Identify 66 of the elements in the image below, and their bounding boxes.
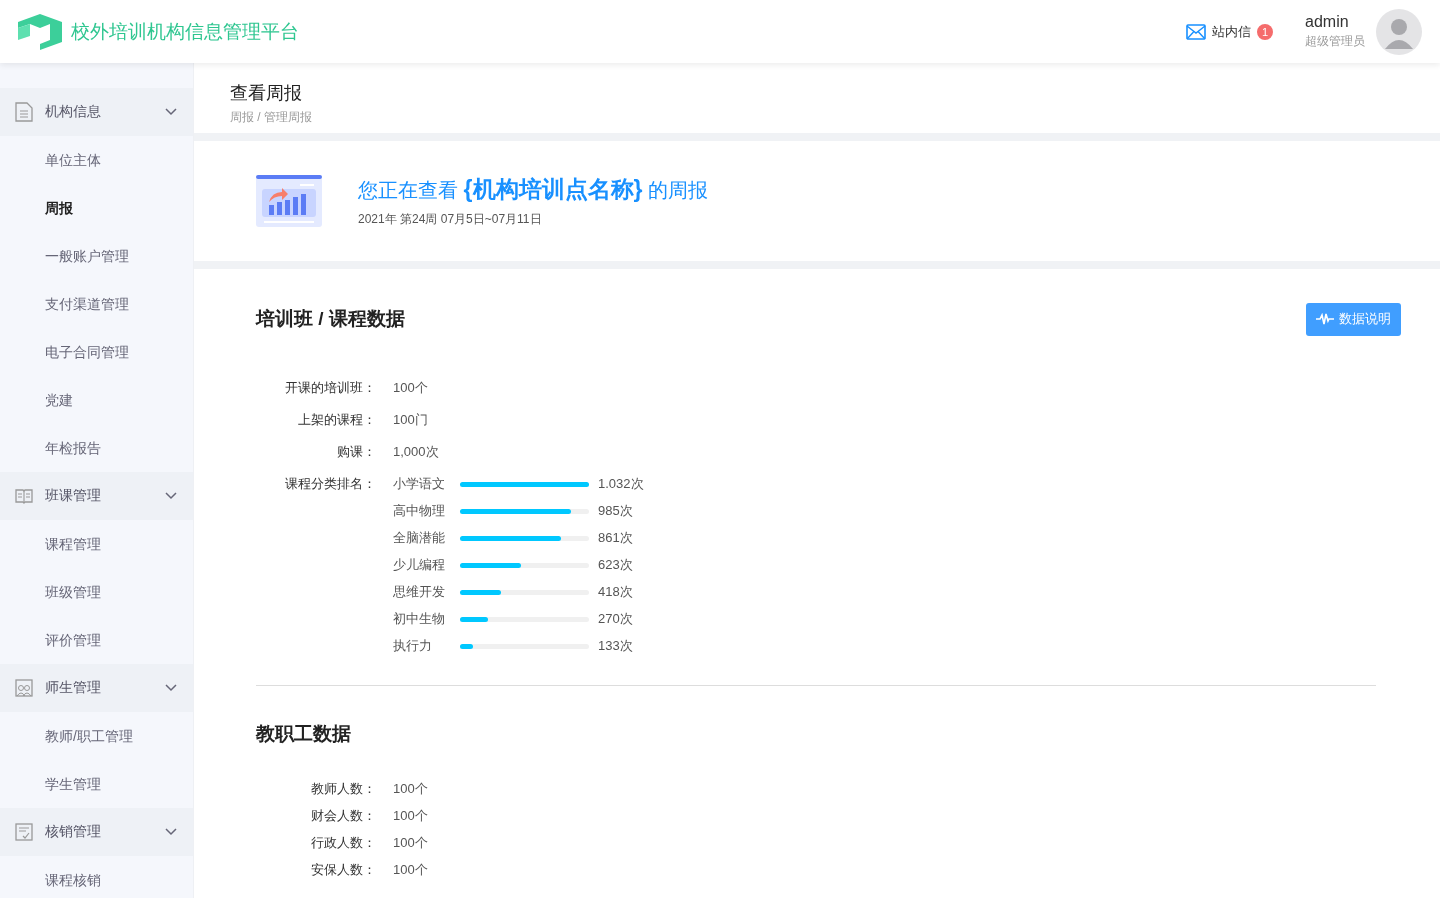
stat-label: 购课： [336,443,376,461]
menu-item[interactable]: 周报 [0,184,193,232]
menu-icon [15,823,33,841]
stat-label: 上架的课程： [297,411,376,429]
menu-group[interactable]: 班课管理 [0,472,193,520]
menu-item[interactable]: 一般账户管理 [0,232,193,280]
menu-item[interactable]: 党建 [0,376,193,424]
avatar-icon[interactable] [1376,8,1422,55]
menu-group[interactable]: 核销管理 [0,808,193,856]
menu-item[interactable]: 单位主体 [0,136,193,184]
stat-value: 100个 [393,780,429,798]
menu-icon [15,488,33,504]
category-name: 思维开发 [393,583,446,601]
logo-icon [18,13,62,50]
stat-label: 财会人数： [310,807,376,825]
menu-item[interactable]: 支付渠道管理 [0,280,193,328]
menu-item[interactable]: 课程核销 [0,856,193,898]
stat-value: 1,000次 [393,443,440,461]
stat-value: 100个 [393,379,429,397]
category-name: 执行力 [393,637,433,655]
messages-link[interactable]: 站内信 [1186,22,1251,41]
stat-value: 100个 [393,834,429,852]
menu-group[interactable]: 机构信息 [0,88,193,136]
category-name: 全脑潜能 [393,529,446,547]
stat-value: 100个 [393,807,429,825]
user-role: 超级管理员 [1305,33,1365,50]
stat-value: 100个 [393,861,429,879]
report-period: 2021年 第24周 07月5日~07月11日 [358,211,543,228]
category-name: 高中物理 [393,502,446,520]
menu-item[interactable]: 课程管理 [0,520,193,568]
stat-label: 行政人数： [310,834,376,852]
stat-label: 教师人数： [310,780,376,798]
stat-label: 安保人数： [310,861,376,879]
menu-item[interactable]: 年检报告 [0,424,193,472]
menu-icon [15,102,33,122]
category-count: 623次 [597,556,634,574]
category-name: 少儿编程 [393,556,446,574]
menu-item[interactable]: 评价管理 [0,616,193,664]
stat-value: 100门 [393,411,429,429]
menu-item[interactable]: 电子合同管理 [0,328,193,376]
category-count: 418次 [597,583,634,601]
user-name: admin [1305,13,1350,31]
menu-group[interactable]: 师生管理 [0,664,193,712]
unread-count-badge: 1 [1257,23,1273,40]
banner-heading: 您正在查看 {机构培训点名称} 的周报 [358,175,709,204]
menu-icon [15,679,33,697]
section-title: 培训班 / 课程数据 [256,307,405,331]
section-title: 教职工数据 [256,722,351,746]
stat-label: 课程分类排名： [284,475,376,493]
stat-label: 开课的培训班： [284,379,376,397]
mail-icon [1186,23,1206,40]
category-count: 985次 [597,502,634,520]
menu-item[interactable]: 班级管理 [0,568,193,616]
breadcrumb: 周报 / 管理周报 [230,109,313,126]
menu-item[interactable]: 教师/职工管理 [0,712,193,760]
menu-item[interactable]: 学生管理 [0,760,193,808]
category-count: 133次 [597,637,634,655]
report-chart-icon [256,175,322,227]
category-count: 861次 [597,529,634,547]
page-title: 查看周报 [230,82,303,105]
category-name: 初中生物 [393,610,446,628]
category-count: 1.032次 [597,475,645,493]
category-count: 270次 [597,610,634,628]
category-name: 小学语文 [393,475,446,493]
site-title: 校外培训机构信息管理平台 [71,19,299,44]
pulse-icon [1316,313,1334,325]
